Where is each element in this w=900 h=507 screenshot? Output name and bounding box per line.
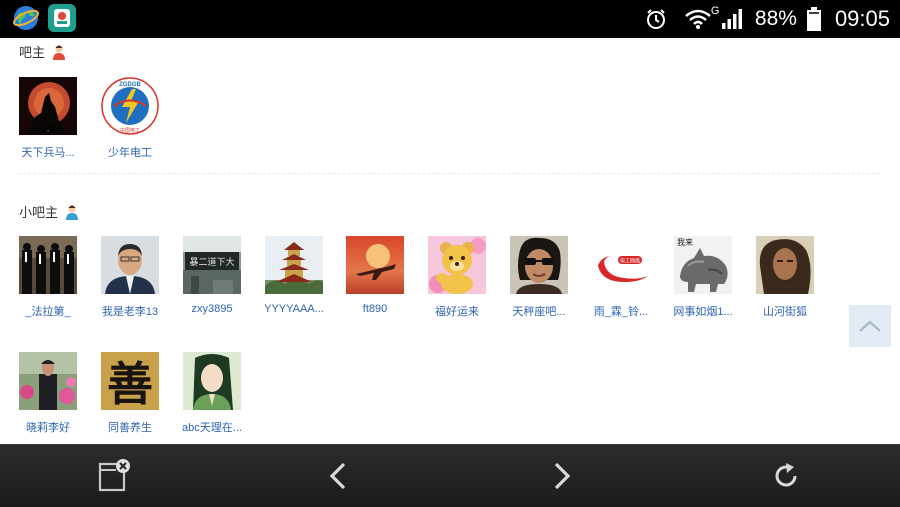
user-name-link[interactable]: ft890 (335, 303, 415, 315)
user-item[interactable]: 山河街狐 (745, 236, 825, 319)
user-item[interactable]: 福好运来 (417, 236, 497, 319)
user-name-link[interactable]: 福好运来 (417, 303, 497, 319)
wifi-icon (685, 9, 711, 29)
user-item[interactable]: ZGDGB 中国电工 少年电工 (90, 77, 170, 160)
user-name-link[interactable]: abc天理在... (172, 419, 252, 435)
forward-button[interactable] (522, 445, 602, 507)
clock: 09:05 (834, 6, 890, 31)
svg-text:暴二道下大: 暴二道下大 (189, 256, 234, 268)
user-name-link[interactable]: 少年电工 (90, 144, 170, 160)
user-avatar[interactable]: 善 (101, 352, 159, 410)
user-name-link[interactable]: YYYYAAA... (254, 303, 334, 315)
owner-role-icon (53, 45, 66, 60)
user-avatar[interactable] (428, 236, 486, 294)
back-to-top-button[interactable] (849, 305, 891, 347)
user-item[interactable]: x 天下兵马... (8, 77, 88, 160)
signal-icon: G (711, 5, 743, 30)
svg-text:ZGDGB: ZGDGB (119, 82, 141, 88)
assistant-role-icon (66, 205, 79, 220)
user-item[interactable]: ft890 (335, 236, 415, 315)
user-item[interactable]: abc天理在... (172, 352, 252, 435)
back-button[interactable] (298, 445, 378, 507)
status-bar: G 88% 09:05 (0, 0, 900, 38)
close-tab-button[interactable] (74, 445, 154, 507)
user-avatar[interactable] (101, 236, 159, 294)
user-item[interactable]: 我来 网事如烟1... (663, 236, 743, 319)
user-name-link[interactable]: 天下兵马... (8, 144, 88, 160)
user-item[interactable]: _法拉第_ (8, 236, 88, 319)
member-list-page: 吧主 x 天下兵马... ZGDGB 中国电工 少年电工 小吧主 _法拉第_ 我… (0, 38, 900, 444)
user-item[interactable]: 天秤座吧... (499, 236, 579, 319)
section-divider (18, 173, 880, 174)
user-name-link[interactable]: 晓莉李好 (8, 419, 88, 435)
user-avatar[interactable] (346, 236, 404, 294)
user-name-link[interactable]: 山河街狐 (745, 303, 825, 319)
alarm-icon (645, 8, 667, 30)
user-name-link[interactable]: _法拉第_ (8, 303, 88, 319)
user-name-link[interactable]: 网事如烟1... (663, 303, 743, 319)
refresh-icon (775, 463, 797, 487)
browser-globe-icon (12, 4, 40, 32)
user-avatar[interactable]: ZGDGB 中国电工 (101, 77, 159, 135)
svg-text:x: x (47, 128, 49, 133)
user-avatar[interactable] (19, 236, 77, 294)
browser-toolbar (0, 444, 900, 507)
user-item[interactable]: 晓莉李好 (8, 352, 88, 435)
user-item[interactable]: 我是老李13 (90, 236, 170, 319)
assistants-heading-label: 小吧主 (19, 205, 59, 220)
refresh-button[interactable] (746, 445, 826, 507)
owners-heading-label: 吧主 (19, 45, 46, 60)
user-name-link[interactable]: zxy3895 (172, 303, 252, 315)
battery-icon (806, 7, 821, 31)
user-name-link[interactable]: 雨_霖_铃... (581, 303, 661, 319)
user-avatar[interactable] (183, 352, 241, 410)
user-item[interactable]: 暴二道下大 zxy3895 (172, 236, 252, 315)
svg-text:善: 善 (107, 357, 153, 410)
svg-text:电工网络: 电工网络 (620, 258, 640, 265)
user-item[interactable]: 善 同善养生 (90, 352, 170, 435)
user-avatar[interactable] (19, 352, 77, 410)
forward-icon (554, 462, 571, 490)
user-avatar[interactable]: 电工网络 (592, 236, 650, 294)
app-icon (48, 4, 76, 32)
svg-text:中国电工: 中国电工 (120, 127, 140, 134)
battery-percent: 88% (754, 7, 797, 30)
back-icon (329, 462, 346, 490)
user-avatar[interactable]: 暴二道下大 (183, 236, 241, 294)
user-avatar[interactable] (265, 236, 323, 294)
user-item[interactable]: YYYYAAA... (254, 236, 334, 315)
user-avatar[interactable] (510, 236, 568, 294)
network-type-label: G (710, 5, 720, 17)
user-name-link[interactable]: 同善养生 (90, 419, 170, 435)
svg-text:我来: 我来 (677, 237, 693, 247)
user-avatar[interactable]: 我来 (674, 236, 732, 294)
user-name-link[interactable]: 天秤座吧... (499, 303, 579, 319)
chevron-up-icon (859, 320, 881, 332)
user-avatar[interactable]: x (19, 77, 77, 135)
assistants-section-heading: 小吧主 (19, 202, 80, 221)
owners-section-heading: 吧主 (19, 42, 67, 61)
user-item[interactable]: 电工网络 雨_霖_铃... (581, 236, 661, 319)
close-tab-icon (98, 459, 130, 492)
user-avatar[interactable] (756, 236, 814, 294)
user-name-link[interactable]: 我是老李13 (90, 303, 170, 319)
